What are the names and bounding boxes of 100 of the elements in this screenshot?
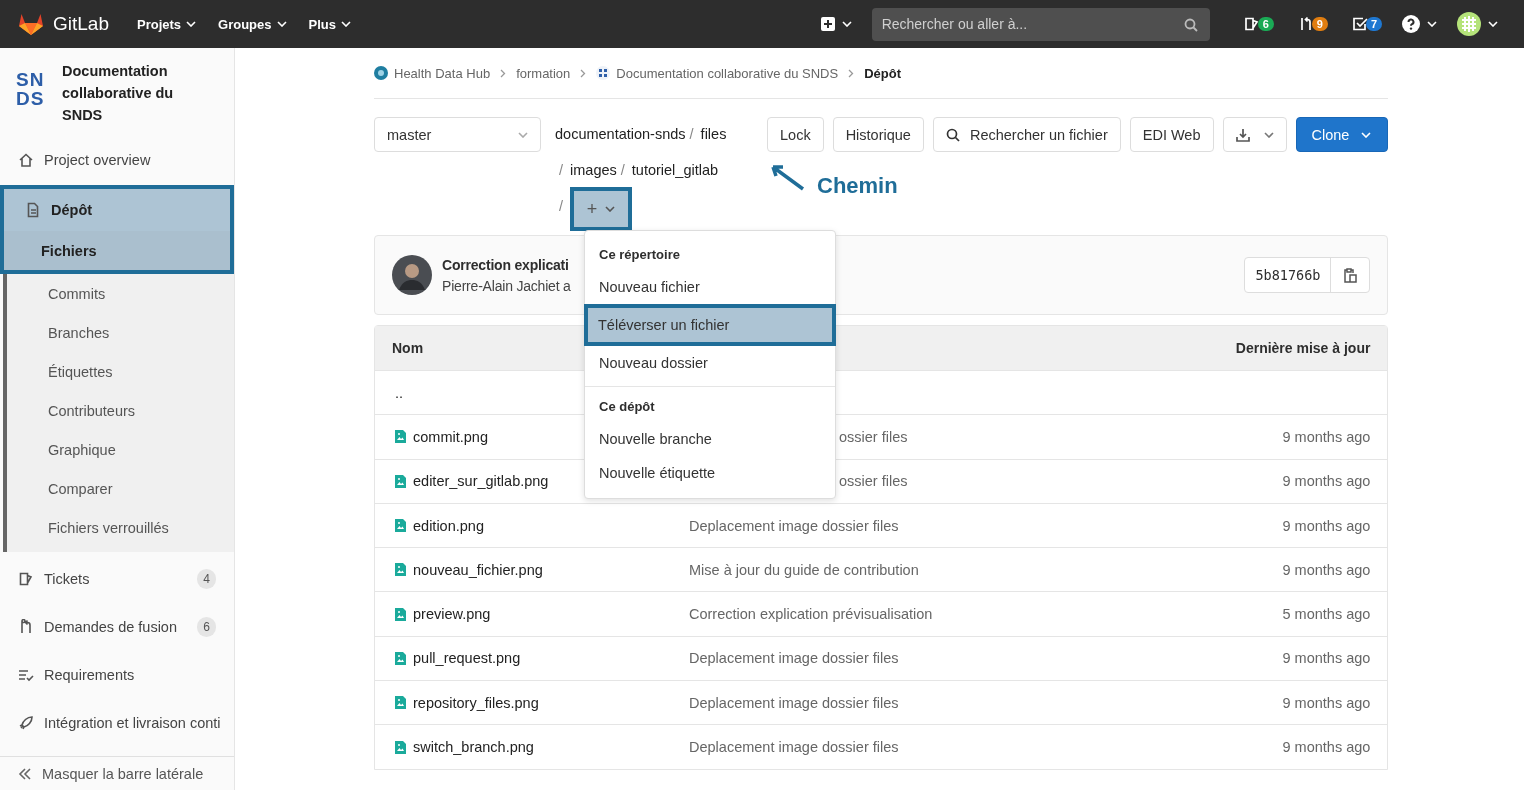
nav-menu[interactable]: Groupes [212, 12, 293, 36]
help-icon [1402, 15, 1420, 33]
caret-icon [1427, 21, 1437, 27]
chevron-right-icon [580, 68, 587, 78]
fox-logo-icon [18, 12, 44, 36]
commit-message[interactable]: ossier files [839, 428, 908, 445]
annotation-label: Chemin [817, 173, 898, 199]
file-link[interactable]: editer_sur_gitlab.png [413, 473, 549, 490]
commit-message[interactable]: Deplacement image dossier files [689, 517, 899, 534]
download-button[interactable] [1222, 117, 1287, 152]
avatar-icon [1457, 12, 1481, 36]
count-badge: 6 [197, 617, 216, 637]
caret-icon [841, 21, 852, 27]
commit-message[interactable]: Deplacement image dossier files [689, 694, 899, 711]
breadcrumb-link[interactable]: Documentation collaborative du SNDS [616, 65, 839, 81]
commit-message[interactable]: Mise à jour du guide de contribution [689, 561, 919, 578]
sidebar-item[interactable]: Project overview [0, 140, 234, 180]
breadcrumb-link[interactable]: Dépôt [864, 65, 901, 81]
toolbar-button[interactable]: EDI Web [1129, 117, 1214, 152]
path-link[interactable]: tutoriel_gitlab [631, 162, 719, 178]
commit-message[interactable]: Correction explication prévisualisation [689, 606, 933, 623]
checklist-icon [18, 667, 34, 683]
sidebar-subitem[interactable]: Graphique [7, 430, 234, 469]
commit-title[interactable]: Correction explicati [442, 256, 571, 273]
file-link[interactable]: nouveau_fichier.png [413, 561, 543, 578]
path-separator: / [559, 198, 564, 214]
nav-menu[interactable]: Projets [131, 12, 203, 36]
image-file-icon [395, 651, 406, 665]
file-link[interactable]: repository_files.png [413, 694, 539, 711]
updated-time: 5 months ago [1282, 606, 1371, 623]
counter-button[interactable]: 7 [1345, 12, 1388, 36]
menu-item[interactable]: Nouveau fichier [585, 270, 835, 304]
double-chevron-left-icon [18, 767, 32, 780]
sidebar-item-label: Project overview [44, 152, 151, 168]
commit-message[interactable]: ossier files [839, 473, 908, 490]
search-icon [945, 127, 960, 142]
sidebar-item[interactable]: Requirements [0, 651, 234, 699]
toolbar-button[interactable]: Historique [832, 117, 924, 152]
commit-author: Pierre-Alain Jachiet a [442, 277, 571, 294]
nav-menu[interactable]: Plus [302, 12, 357, 36]
menu-section-title: Ce répertoire [598, 246, 681, 264]
parent-directory-link[interactable]: .. [395, 384, 404, 401]
project-name[interactable]: Documentation collaborative du SNDS [62, 60, 192, 140]
caret-icon [518, 131, 528, 138]
issues-icon [1243, 16, 1260, 32]
updated-time: 9 months ago [1282, 739, 1371, 755]
sidebar-subitem[interactable]: Fichiers [4, 231, 230, 270]
image-file-icon [395, 607, 406, 621]
caret-icon [1263, 131, 1274, 138]
sidebar-subitem[interactable]: Commits [7, 274, 234, 313]
sidebar-subitem[interactable]: Contributeurs [7, 391, 234, 430]
sidebar-item[interactable]: Dépôt [4, 189, 230, 231]
path-separator: / [559, 162, 564, 178]
menu-item[interactable]: Téléverser un fichier [584, 304, 836, 346]
path-link[interactable]: images [570, 162, 617, 178]
caret-icon [276, 21, 287, 27]
caret-icon [1488, 21, 1498, 27]
search-field[interactable]: Rechercher ou aller à... [871, 7, 1210, 41]
caret-icon [186, 21, 197, 27]
branch-dropdown[interactable]: master [374, 117, 541, 152]
path-link[interactable]: documentation-snds [555, 126, 686, 142]
sidebar-subitem[interactable]: Branches [7, 313, 234, 352]
collapse-sidebar-link[interactable]: Masquer la barre latérale [0, 756, 234, 790]
file-link[interactable]: commit.png [413, 428, 488, 445]
clone-button[interactable]: Clone [1295, 117, 1389, 152]
path-link[interactable]: files [700, 126, 727, 142]
toolbar-button[interactable]: Lock [767, 117, 824, 152]
file-link[interactable]: switch_branch.png [413, 739, 534, 755]
brand-name[interactable]: GitLab [53, 13, 109, 35]
sidebar-item[interactable]: Demandes de fusion 6 [0, 603, 234, 651]
menu-item[interactable]: Nouvelle étiquette [585, 456, 835, 490]
group-avatar-icon [374, 66, 388, 80]
updated-time: 9 months ago [1282, 694, 1371, 711]
count-badge: 6 [1257, 17, 1274, 31]
sidebar-subitem[interactable]: Fichiers verrouillés [7, 508, 234, 547]
file-link[interactable]: preview.png [413, 606, 491, 623]
image-file-icon [395, 740, 406, 754]
sidebar-item[interactable]: Tickets 4 [0, 555, 234, 603]
menu-item[interactable]: Nouvelle branche [585, 422, 835, 456]
todo-check-icon [1351, 16, 1368, 32]
file-link[interactable]: edition.png [413, 517, 484, 534]
commit-message[interactable]: Deplacement image dossier files [689, 739, 899, 755]
file-link[interactable]: pull_request.png [413, 650, 521, 667]
commit-message[interactable]: Deplacement image dossier files [689, 650, 899, 667]
breadcrumb-link[interactable]: formation [516, 65, 571, 81]
sidebar-subitem[interactable]: Étiquettes [7, 352, 234, 391]
issues-icon [18, 571, 34, 587]
chevron-right-icon [848, 68, 855, 78]
add-dropdown-button[interactable]: + [570, 187, 633, 231]
count-badge: 9 [1311, 17, 1328, 31]
updated-time: 9 months ago [1282, 473, 1371, 490]
sidebar-item-label: Demandes de fusion [44, 619, 177, 635]
sidebar-item[interactable]: Intégration et livraison conti [0, 699, 234, 747]
sidebar-subitem[interactable]: Comparer [7, 469, 234, 508]
sidebar-item-label: Tickets [44, 571, 90, 587]
avatar-icon [392, 255, 432, 295]
find-file-button[interactable]: Rechercher un fichier [932, 117, 1121, 152]
menu-item[interactable]: Nouveau dossier [585, 346, 835, 380]
breadcrumb-link[interactable]: Health Data Hub [394, 65, 491, 81]
clipboard-icon [1343, 267, 1357, 283]
